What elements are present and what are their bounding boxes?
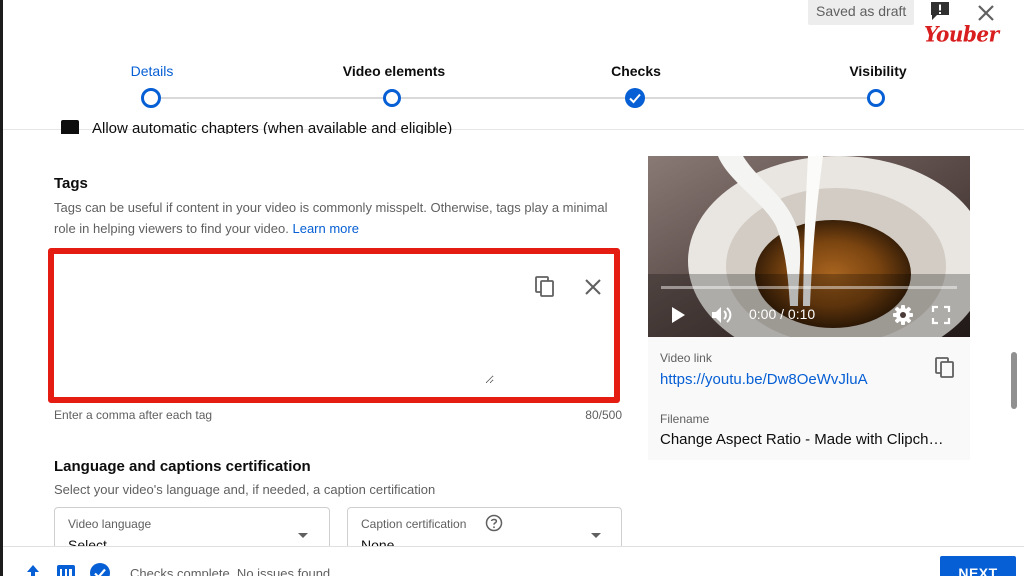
tags-heading: Tags [54,175,88,192]
step-checks[interactable]: Checks [556,63,716,79]
dialog-footer: Checks complete. No issues found. NEXT [3,546,1024,576]
tags-hint: Enter a comma after each tag [54,408,213,422]
checkmark-icon [629,93,641,104]
step-details-dot[interactable] [141,88,161,108]
tags-char-count: 80/500 [585,408,622,422]
video-language-label: Video language [68,517,152,531]
upload-icon[interactable] [23,564,43,576]
video-preview-card: 0:00 / 0:10 Video link https://youtu.be/… [648,156,970,460]
video-link-label: Video link [660,351,712,365]
step-video-elements[interactable]: Video elements [314,63,474,79]
copy-icon[interactable] [532,274,558,300]
video-progress-bar[interactable] [661,286,957,289]
brand-watermark: Youber [924,21,999,47]
language-heading: Language and captions certification [54,458,311,475]
video-controls: 0:00 / 0:10 [648,274,970,337]
step-visibility-dot[interactable] [867,89,885,107]
auto-chapters-label: Allow automatic chapters (when available… [92,120,453,134]
play-icon[interactable] [670,306,686,324]
volume-icon[interactable] [710,305,734,325]
clear-icon[interactable] [580,274,606,300]
draft-status-chip: Saved as draft [808,0,915,25]
next-button[interactable]: NEXT [940,556,1016,576]
step-details[interactable]: Details [72,63,232,79]
caption-certification-label: Caption certification [361,517,467,531]
auto-chapters-checkbox[interactable] [61,120,79,134]
feedback-icon[interactable] [929,1,951,21]
tags-input[interactable] [64,264,494,384]
auto-chapters-row: Allow automatic chapters (when available… [59,118,619,134]
filename-label: Filename [660,412,710,426]
language-description: Select your video's language and, if nee… [54,482,436,497]
hd-icon[interactable] [56,564,76,576]
video-player[interactable]: 0:00 / 0:10 [648,156,970,337]
tags-description: Tags can be useful if content in your vi… [54,197,614,239]
video-link[interactable]: https://youtu.be/Dw8OeWvJluA [660,371,868,388]
chevron-down-icon [591,533,601,538]
settings-icon[interactable] [892,304,914,326]
tags-field-highlight [48,248,620,403]
fullscreen-icon[interactable] [931,305,951,325]
chevron-down-icon [298,533,308,538]
step-video-elements-dot[interactable] [383,89,401,107]
copy-icon[interactable] [932,355,958,381]
help-icon[interactable] [485,514,503,532]
checks-status: Checks complete. No issues found. [130,566,334,576]
stepper-track [151,97,878,99]
dialog-header: Saved as draft Youber Details Video elem… [3,0,1024,130]
learn-more-link[interactable]: Learn more [292,221,358,236]
step-checks-dot[interactable] [625,88,645,108]
scrollbar-thumb[interactable] [1011,352,1017,409]
video-timestamp: 0:00 / 0:10 [749,306,816,322]
filename-value: Change Aspect Ratio - Made with Clipcham… [660,431,950,448]
step-visibility[interactable]: Visibility [798,63,958,79]
check-circle-icon[interactable] [89,562,111,576]
